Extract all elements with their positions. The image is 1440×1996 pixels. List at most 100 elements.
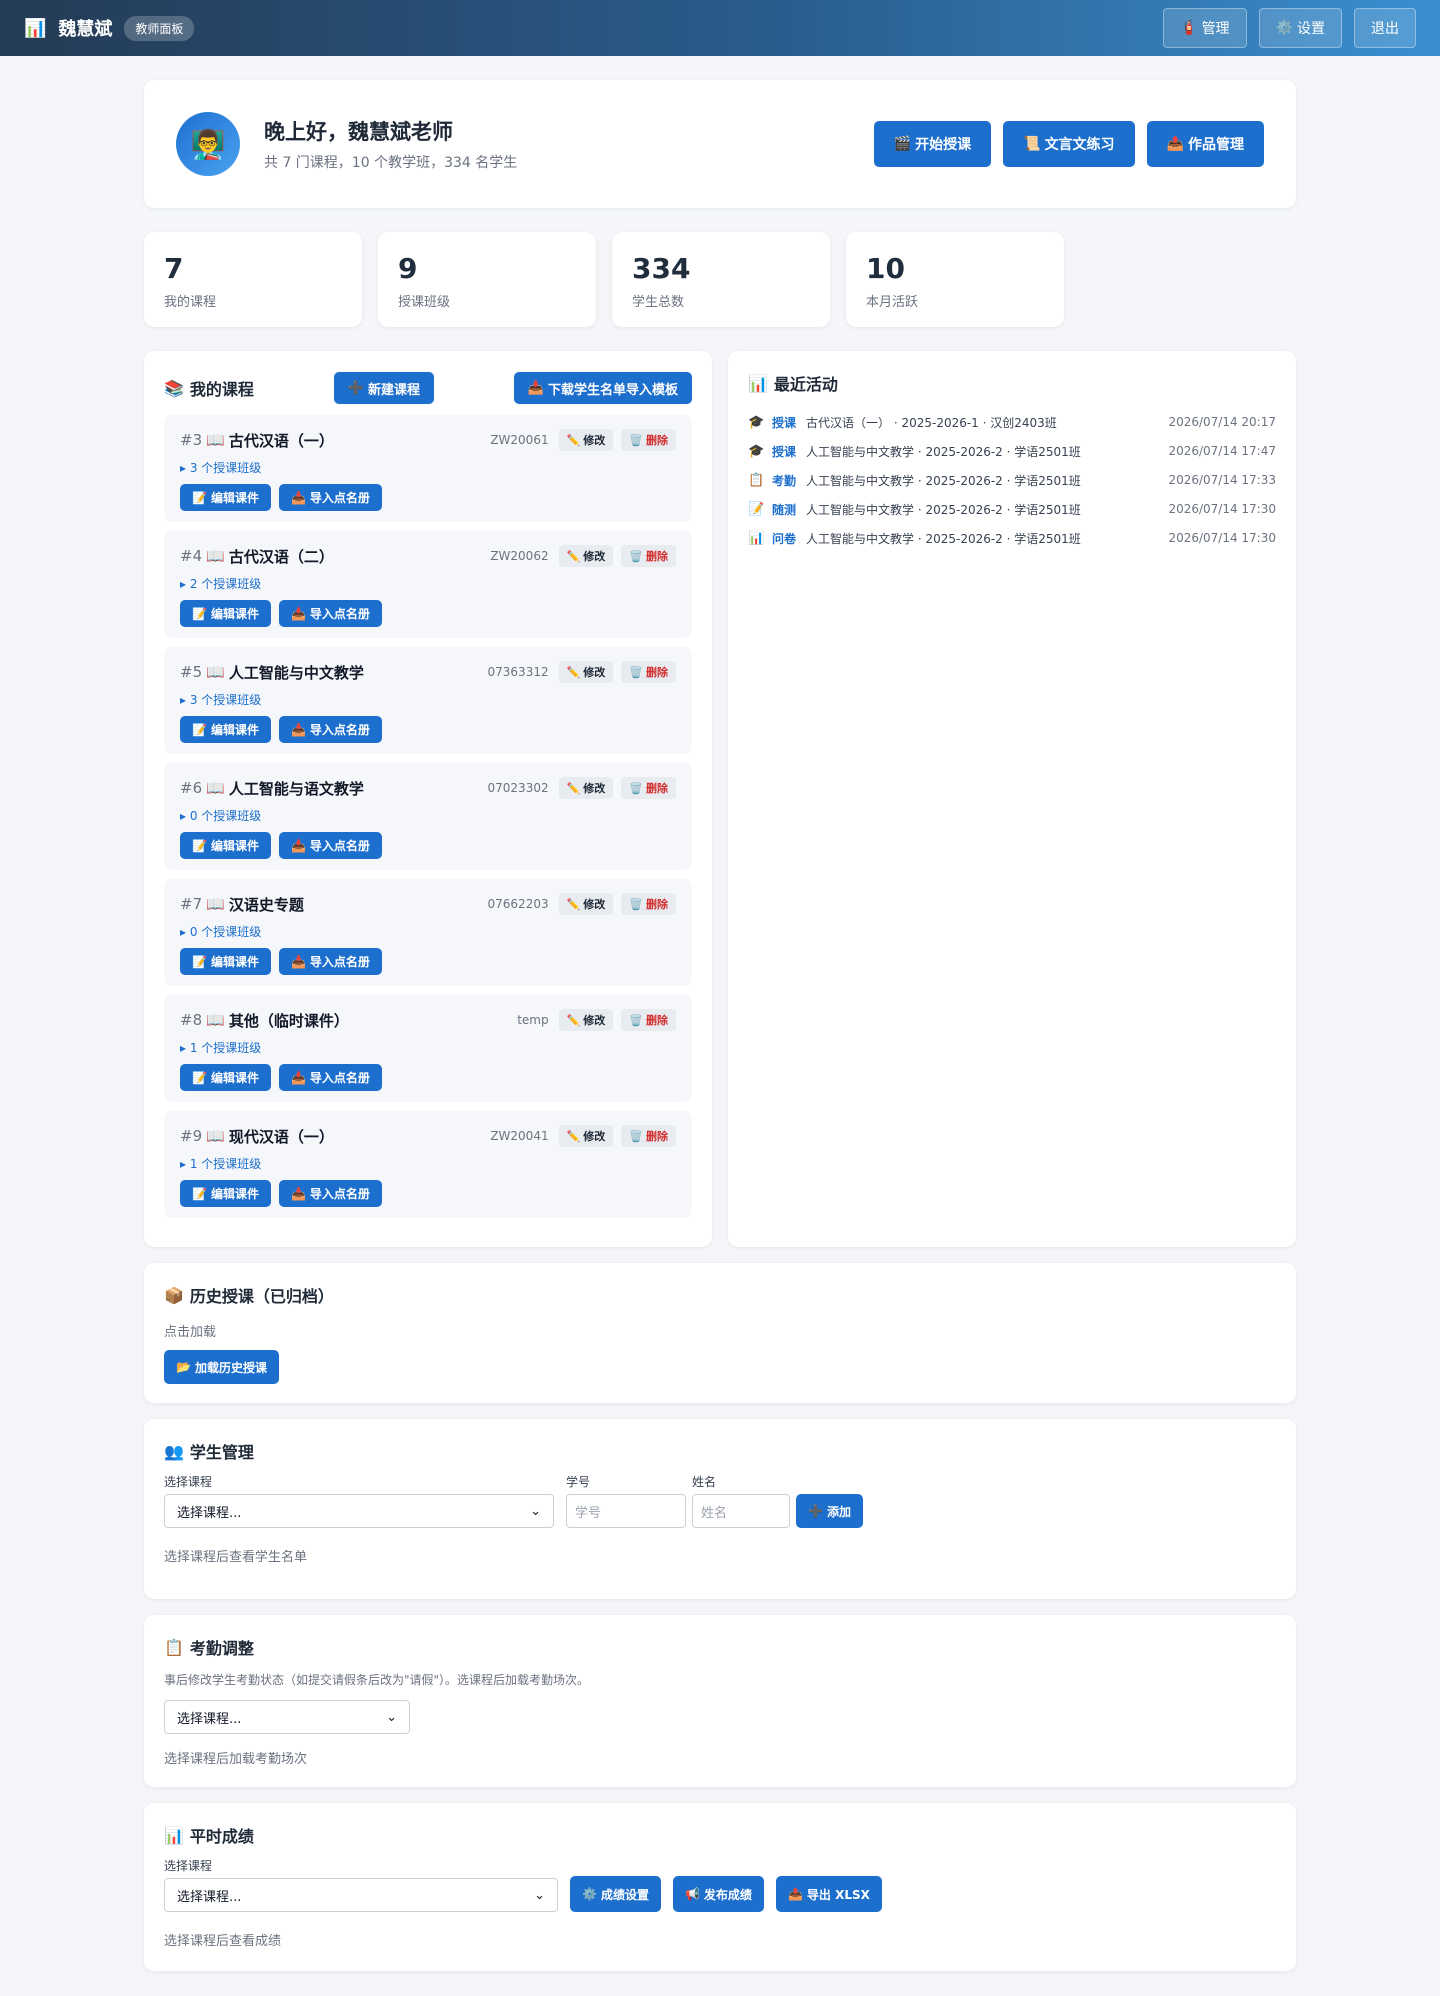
memo-icon: 📝 bbox=[192, 490, 207, 505]
admin-button-label: 管理 bbox=[1201, 21, 1230, 37]
import-roster-button[interactable]: 📥 导入点名册 bbox=[278, 948, 382, 975]
gear-icon: ⚙️ bbox=[582, 1887, 597, 1901]
classical-chinese-practice-button[interactable]: 📜 文言文练习 bbox=[1003, 121, 1135, 167]
export-xlsx-label: 导出 XLSX bbox=[806, 1887, 870, 1902]
download-template-button[interactable]: 📥 下载学生名单导入模板 bbox=[513, 372, 692, 404]
student-course-select[interactable]: 选择课程... ⌄ bbox=[164, 1494, 554, 1528]
edit-course-button[interactable]: ✏️ 修改 bbox=[558, 429, 614, 451]
chevron-down-icon: ⌄ bbox=[386, 1709, 397, 1725]
import-roster-button[interactable]: 📥 导入点名册 bbox=[278, 832, 382, 859]
delete-course-button[interactable]: 🗑️ 删除 bbox=[621, 545, 676, 567]
edit-courseware-button[interactable]: 📝 编辑课件 bbox=[180, 600, 271, 627]
import-roster-button[interactable]: 📥 导入点名册 bbox=[278, 484, 382, 511]
settings-button[interactable]: ⚙️ 设置 bbox=[1258, 8, 1342, 48]
load-history-button[interactable]: 📂 加载历史授课 bbox=[164, 1350, 279, 1384]
course-classes-link[interactable]: ▸ 1 个授课班级 bbox=[180, 1155, 676, 1172]
inbox-icon: 📥 bbox=[290, 838, 306, 853]
chart-icon: 📊 bbox=[164, 1825, 184, 1845]
activity-description: 人工智能与中文教学 · 2025-2026-2 · 学语2501班 bbox=[806, 531, 1081, 546]
works-management-button[interactable]: 📤 作品管理 bbox=[1146, 121, 1264, 167]
import-roster-label: 导入点名册 bbox=[309, 1187, 370, 1201]
memo-icon: 📝 bbox=[192, 606, 207, 621]
course-classes-link[interactable]: ▸ 1 个授课班级 bbox=[180, 1039, 676, 1056]
import-roster-button[interactable]: 📥 导入点名册 bbox=[278, 1180, 382, 1207]
edit-courseware-button[interactable]: 📝 编辑课件 bbox=[180, 948, 271, 975]
book-icon: 📖 bbox=[206, 663, 225, 681]
student-id-placeholder: 学号 bbox=[575, 1505, 602, 1521]
delete-course-button[interactable]: 🗑️ 删除 bbox=[621, 1125, 676, 1147]
course-classes-link[interactable]: ▸ 0 个授课班级 bbox=[180, 807, 676, 824]
course-name: 古代汉语（二） bbox=[228, 547, 334, 566]
edit-courseware-label: 编辑课件 bbox=[210, 723, 259, 737]
edit-courseware-button[interactable]: 📝 编辑课件 bbox=[180, 484, 271, 511]
activity-time: 2026/07/14 17:30 bbox=[1168, 502, 1276, 516]
activity-time: 2026/07/14 17:33 bbox=[1168, 473, 1276, 487]
edit-course-button[interactable]: ✏️ 修改 bbox=[558, 777, 614, 799]
stat-students: 334 学生总数 bbox=[612, 232, 830, 327]
delete-course-button[interactable]: 🗑️ 删除 bbox=[621, 429, 676, 451]
edit-courseware-button[interactable]: 📝 编辑课件 bbox=[180, 1064, 271, 1091]
course-title: #5 📖 人工智能与中文教学 bbox=[180, 662, 364, 683]
edit-courseware-button[interactable]: 📝 编辑课件 bbox=[180, 716, 271, 743]
extinguisher-icon: 🧯 bbox=[1180, 20, 1198, 36]
course-classes-link[interactable]: ▸ 0 个授课班级 bbox=[180, 923, 676, 940]
delete-course-button[interactable]: 🗑️ 删除 bbox=[621, 893, 676, 915]
student-id-input[interactable]: 学号 bbox=[566, 1494, 686, 1528]
course-classes-link[interactable]: ▸ 2 个授课班级 bbox=[180, 575, 676, 592]
top-actions: 🧯 管理 ⚙️ 设置 退出 bbox=[1163, 8, 1416, 48]
edit-course-button[interactable]: ✏️ 修改 bbox=[558, 661, 614, 683]
edit-courseware-button[interactable]: 📝 编辑课件 bbox=[180, 1180, 271, 1207]
delete-course-button[interactable]: 🗑️ 删除 bbox=[621, 1009, 676, 1031]
edit-course-button[interactable]: ✏️ 修改 bbox=[558, 545, 614, 567]
course-header: #6 📖 人工智能与语文教学 07023302 ✏️ 修改 🗑️ 删除 bbox=[180, 777, 676, 799]
course-code: temp bbox=[517, 1013, 549, 1027]
history-title: 📦 历史授课（已归档） bbox=[164, 1283, 1276, 1307]
delete-course-button[interactable]: 🗑️ 删除 bbox=[621, 777, 676, 799]
import-roster-button[interactable]: 📥 导入点名册 bbox=[278, 600, 382, 627]
delete-course-label: 删除 bbox=[646, 898, 668, 911]
inbox-icon: 📥 bbox=[290, 954, 306, 969]
delete-course-button[interactable]: 🗑️ 删除 bbox=[621, 661, 676, 683]
import-roster-label: 导入点名册 bbox=[309, 491, 370, 505]
chart-icon: 📊 bbox=[24, 17, 47, 39]
course-buttons: 📝 编辑课件 📥 导入点名册 bbox=[180, 1064, 676, 1091]
grade-settings-button[interactable]: ⚙️ 成绩设置 bbox=[570, 1876, 661, 1912]
book-icon: 📖 bbox=[206, 1127, 225, 1145]
export-xlsx-button[interactable]: 📤 导出 XLSX bbox=[775, 1876, 882, 1912]
users-icon: 👥 bbox=[164, 1441, 184, 1461]
logout-button-label: 退出 bbox=[1371, 21, 1399, 37]
main-container: 👨‍🏫 晚上好，魏慧斌老师 共 7 门课程，10 个教学班，334 名学生 🎬 … bbox=[144, 56, 1296, 1971]
course-buttons: 📝 编辑课件 📥 导入点名册 bbox=[180, 600, 676, 627]
edit-course-button[interactable]: ✏️ 修改 bbox=[558, 893, 614, 915]
edit-course-button[interactable]: ✏️ 修改 bbox=[558, 1009, 614, 1031]
edit-courseware-button[interactable]: 📝 编辑课件 bbox=[180, 832, 271, 859]
import-roster-button[interactable]: 📥 导入点名册 bbox=[278, 1064, 382, 1091]
publish-grades-label: 发布成绩 bbox=[703, 1887, 752, 1902]
works-management-label: 作品管理 bbox=[1188, 137, 1244, 153]
add-student-form: 选择课程 选择课程... ⌄ 学号 学号 姓名 姓名 ➕ 添加 bbox=[164, 1473, 1276, 1528]
plus-icon: ➕ bbox=[347, 380, 364, 396]
course-classes-link[interactable]: ▸ 3 个授课班级 bbox=[180, 459, 676, 476]
logout-button[interactable]: 退出 bbox=[1354, 8, 1416, 48]
add-student-button[interactable]: ➕ 添加 bbox=[796, 1494, 863, 1528]
course-actions: ZW20062 ✏️ 修改 🗑️ 删除 bbox=[490, 545, 676, 567]
attendance-description: 事后修改学生考勤状态（如提交请假条后改为"请假"）。选课程后加载考勤场次。 bbox=[164, 1673, 590, 1687]
history-title-text: 历史授课（已归档） bbox=[189, 1287, 334, 1306]
student-hint: 选择课程后查看学生名单 bbox=[164, 1550, 308, 1565]
admin-button[interactable]: 🧯 管理 bbox=[1163, 8, 1247, 48]
grades-course-select[interactable]: 选择课程... ⌄ bbox=[164, 1878, 558, 1912]
student-name-input[interactable]: 姓名 bbox=[692, 1494, 790, 1528]
publish-grades-button[interactable]: 📢 发布成绩 bbox=[672, 1876, 764, 1912]
new-course-button[interactable]: ➕ 新建课程 bbox=[333, 372, 434, 404]
stat-value: 334 bbox=[632, 252, 691, 285]
student-management-title-text: 学生管理 bbox=[189, 1443, 254, 1462]
course-number: #6 bbox=[180, 779, 203, 797]
import-roster-button[interactable]: 📥 导入点名册 bbox=[278, 716, 382, 743]
attendance-course-select[interactable]: 选择课程... ⌄ bbox=[164, 1700, 410, 1734]
course-classes-link[interactable]: ▸ 3 个授课班级 bbox=[180, 691, 676, 708]
course-name: 现代汉语（一） bbox=[228, 1127, 334, 1146]
edit-course-button[interactable]: ✏️ 修改 bbox=[558, 1125, 614, 1147]
edit-course-label: 修改 bbox=[583, 1130, 606, 1143]
start-teaching-button[interactable]: 🎬 开始授课 bbox=[873, 121, 992, 167]
outbox-icon: 📤 bbox=[1166, 136, 1184, 152]
